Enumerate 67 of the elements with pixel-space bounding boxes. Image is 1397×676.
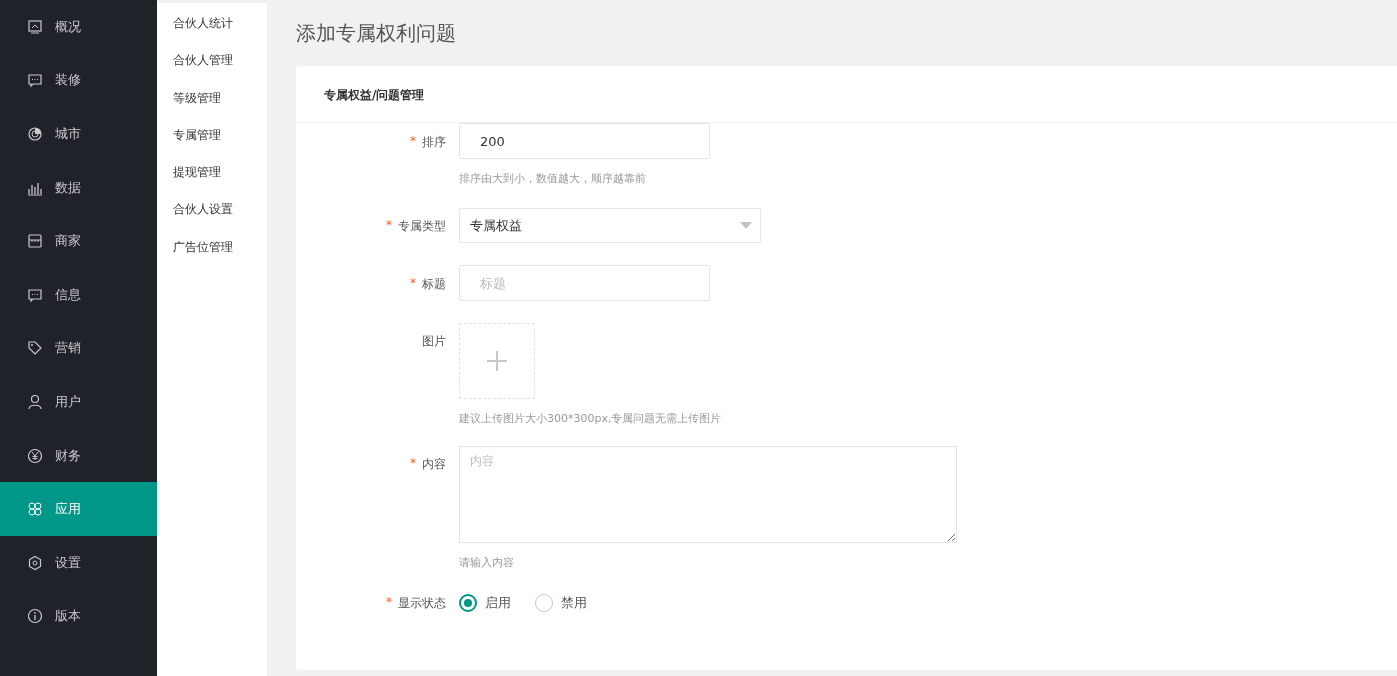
help-text: 请输入内容: [459, 555, 514, 570]
radio-option[interactable]: 禁用: [535, 594, 587, 612]
field-label: 显示状态: [398, 594, 446, 612]
help-text: 建议上传图片大小300*300px,专属问题无需上传图片: [459, 411, 722, 426]
field-label: 内容: [422, 456, 446, 473]
submenu-item[interactable]: 专属管理: [157, 118, 267, 157]
submenu-item[interactable]: 广告位管理: [157, 230, 267, 269]
field-label: 专属类型: [398, 218, 446, 235]
image-upload[interactable]: [459, 323, 535, 399]
submenu-item[interactable]: 合伙人设置: [157, 193, 267, 231]
sidebar-label: 城市: [55, 125, 81, 143]
sidebar-item[interactable]: 装修: [0, 53, 157, 108]
radio-circle[interactable]: [459, 594, 477, 612]
sidebar-label: 营销: [55, 339, 81, 358]
submenu-item[interactable]: 合伙人管理: [157, 44, 267, 82]
field-label: 排序: [422, 134, 446, 151]
sidebar-label: 版本: [55, 607, 81, 626]
required-mark: *: [386, 218, 392, 234]
sidebar-item[interactable]: 信息: [0, 267, 157, 322]
submenu-item[interactable]: 等级管理: [157, 81, 267, 119]
required-mark: *: [410, 276, 416, 292]
sidebar-label: 商家: [55, 232, 81, 251]
sidebar-label: 用户: [55, 392, 81, 411]
sidebar-item[interactable]: 设置: [0, 535, 157, 590]
chat-icon: [27, 72, 43, 89]
sidebar-item[interactable]: 版本: [0, 589, 157, 644]
sidebar-item[interactable]: 营销: [0, 321, 157, 376]
tag-icon: [27, 340, 43, 357]
required-mark: *: [410, 456, 416, 472]
required-mark: *: [410, 134, 416, 150]
radio-option[interactable]: 启用: [459, 594, 511, 612]
settings-icon: [27, 554, 43, 571]
user-icon: [27, 393, 43, 410]
sidebar-item[interactable]: 财务: [0, 428, 157, 483]
sidebar-item[interactable]: 数据: [0, 160, 157, 215]
pie-chart-icon: [27, 126, 43, 142]
text-input[interactable]: 标题: [459, 265, 710, 301]
sidebar-label: 信息: [55, 285, 81, 304]
grid-icon: [27, 501, 43, 518]
sidebar-label: 装修: [55, 71, 81, 90]
sidebar-item[interactable]: 商家: [0, 214, 157, 268]
monitor-icon: [27, 18, 43, 35]
sidebar-item[interactable]: 用户: [0, 375, 157, 429]
submenu-item[interactable]: 提现管理: [157, 156, 267, 194]
page-title: 添加专属权利问题: [296, 20, 457, 47]
sidebar-label: 应用: [55, 500, 81, 519]
sidebar-item[interactable]: 概况: [0, 0, 157, 54]
type-select[interactable]: 专属权益: [459, 208, 761, 243]
help-text: 排序由大到小，数值越大，顺序越靠前: [459, 171, 646, 186]
required-mark: *: [386, 594, 392, 611]
text-input[interactable]: 200: [459, 123, 710, 159]
content-textarea[interactable]: 内容: [459, 446, 957, 543]
field-label: 图片: [422, 333, 446, 350]
sidebar-label: 数据: [55, 178, 81, 197]
sidebar-label: 设置: [55, 553, 81, 572]
sidebar-label: 财务: [55, 446, 81, 465]
sidebar-item[interactable]: 城市: [0, 107, 157, 161]
sidebar-item[interactable]: 应用: [0, 482, 157, 536]
sidebar-label: 概况: [55, 17, 81, 36]
caret-icon: [740, 222, 752, 229]
store-icon: [27, 233, 43, 250]
plus-icon: [487, 351, 507, 371]
chat-icon: [27, 286, 43, 303]
info-icon: [27, 608, 43, 625]
submenu-item[interactable]: 合伙人统计: [157, 7, 267, 45]
field-label: 标题: [422, 276, 446, 293]
yen-icon: [27, 447, 43, 464]
